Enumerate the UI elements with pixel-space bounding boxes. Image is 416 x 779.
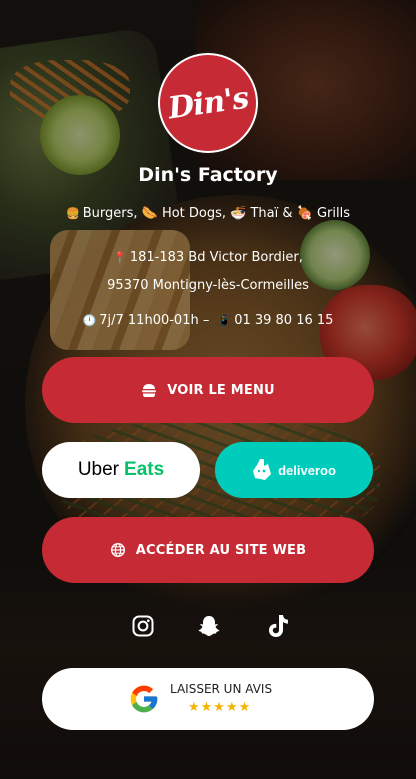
uber-eats-logo: Uber Eats	[78, 459, 164, 481]
snapchat-icon[interactable]	[195, 612, 223, 640]
eats-logo-text: Eats	[124, 459, 165, 480]
review-button-label: LAISSER UN AVIS	[170, 682, 273, 696]
uber-logo-text: Uber	[77, 459, 120, 480]
address-line-1-text: 181-183 Bd Victor Bordier,	[129, 250, 303, 265]
tagline-text: Burgers, 🌭 Hot Dogs, 🍜 Thaï & 🍖 Grills	[82, 206, 350, 221]
menu-button[interactable]: VOIR LE MENU	[42, 357, 374, 423]
social-links	[0, 612, 416, 640]
logo-text: Din's	[165, 80, 251, 126]
hours-phone: 🕛 7j/7 11h00-01h – 📱 01 39 80 16 15	[0, 313, 416, 328]
menu-button-label: VOIR LE MENU	[167, 382, 275, 398]
tiktok-icon[interactable]	[264, 612, 292, 640]
website-button-label: ACCÉDER AU SITE WEB	[135, 542, 307, 558]
burger-icon	[141, 382, 157, 398]
tagline: 🍔 Burgers, 🌭 Hot Dogs, 🍜 Thaï & 🍖 Grills	[0, 206, 416, 221]
google-icon	[128, 683, 160, 715]
uber-eats-button[interactable]: Uber Eats	[42, 442, 200, 498]
rating-stars: ★★★★★	[188, 700, 252, 715]
deliveroo-kangaroo-icon	[252, 459, 272, 481]
address-line-1: 📍 181-183 Bd Victor Bordier,	[0, 250, 416, 265]
burger-icon: 🍔	[66, 207, 80, 220]
page-title: Din's Factory	[138, 164, 278, 186]
phone-icon: 📱	[217, 314, 232, 327]
globe-icon	[110, 542, 126, 558]
instagram-icon[interactable]	[129, 612, 157, 640]
address-line-2: 95370 Montigny-lès-Cormeilles	[107, 278, 309, 293]
website-button[interactable]: ACCÉDER AU SITE WEB	[42, 517, 374, 583]
phone-text[interactable]: 01 39 80 16 15	[234, 313, 333, 328]
link-page: Din's Din's Factory 🍔 Burgers, 🌭 Hot Dogs…	[0, 0, 416, 779]
logo: Din's	[158, 53, 258, 153]
review-button[interactable]: LAISSER UN AVIS ★★★★★	[42, 668, 374, 730]
deliveroo-logo-text: deliveroo	[278, 462, 336, 478]
pin-icon: 📍	[113, 251, 127, 264]
hours-text: 7j/7 11h00-01h –	[99, 313, 210, 328]
clock-icon: 🕛	[82, 314, 97, 327]
deliveroo-button[interactable]: deliveroo	[215, 442, 373, 498]
